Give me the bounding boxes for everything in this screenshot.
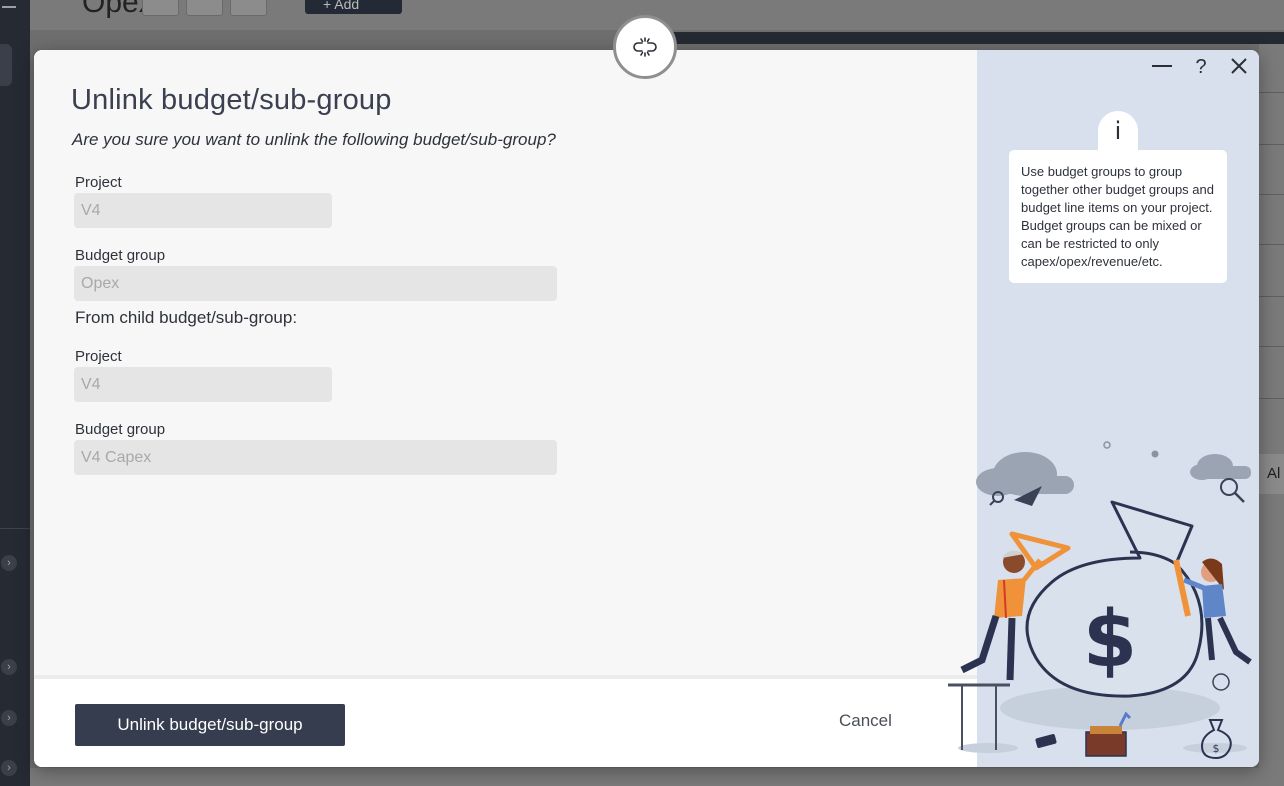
- svg-text:$: $: [1083, 595, 1137, 685]
- close-icon: [1231, 58, 1247, 74]
- money-bag-illustration: $ $: [948, 441, 1252, 760]
- toolbar-button[interactable]: [186, 0, 223, 16]
- parent-project-field: V4: [74, 193, 332, 228]
- chevron-right-icon[interactable]: ›: [1, 555, 17, 571]
- cancel-button[interactable]: Cancel: [839, 711, 892, 731]
- app-table-edge: Al: [1259, 44, 1284, 786]
- child-budget-group-field: V4 Capex: [74, 440, 557, 475]
- chevron-right-icon[interactable]: ›: [1, 710, 17, 726]
- minimize-icon: [1152, 65, 1172, 67]
- child-budget-group-label: Budget group: [75, 421, 166, 438]
- chevron-right-icon[interactable]: ›: [1, 659, 17, 675]
- info-text: Use budget groups to group together othe…: [1009, 150, 1227, 283]
- dialog-form-panel: Unlink budget/sub-group Are you sure you…: [34, 50, 977, 767]
- chevron-right-icon[interactable]: ›: [1, 760, 17, 776]
- unlink-badge: [613, 15, 677, 79]
- close-button[interactable]: [1227, 56, 1251, 80]
- info-icon: i: [1098, 111, 1138, 151]
- minimize-button[interactable]: [1150, 56, 1174, 80]
- help-button[interactable]: ?: [1189, 56, 1213, 80]
- add-button[interactable]: + Add: [305, 0, 402, 14]
- announce-button[interactable]: [230, 0, 267, 16]
- app-header-stripe: [648, 32, 1284, 44]
- unlink-button[interactable]: Unlink budget/sub-group: [75, 704, 345, 746]
- dialog-footer: Unlink budget/sub-group Cancel: [34, 675, 977, 767]
- edit-button[interactable]: [142, 0, 179, 16]
- menu-icon[interactable]: [2, 6, 16, 8]
- app-footer-area: [30, 768, 1284, 786]
- child-project-label: Project: [75, 348, 122, 365]
- dialog-title: Unlink budget/sub-group: [71, 84, 392, 116]
- child-section-label: From child budget/sub-group:: [75, 308, 298, 327]
- parent-budget-group-label: Budget group: [75, 247, 166, 264]
- dialog-subtitle: Are you sure you want to unlink the foll…: [72, 130, 556, 149]
- child-project-field: V4: [74, 367, 332, 402]
- sidebar-selected-item[interactable]: [0, 44, 12, 86]
- unlink-icon: [633, 37, 657, 57]
- svg-text:$: $: [1213, 742, 1220, 755]
- partial-column-label: Al: [1259, 454, 1284, 494]
- app-sidebar: › › › ›: [0, 0, 30, 786]
- sidebar-divider: [0, 528, 30, 529]
- parent-project-label: Project: [75, 174, 122, 191]
- parent-budget-group-field: Opex: [74, 266, 557, 301]
